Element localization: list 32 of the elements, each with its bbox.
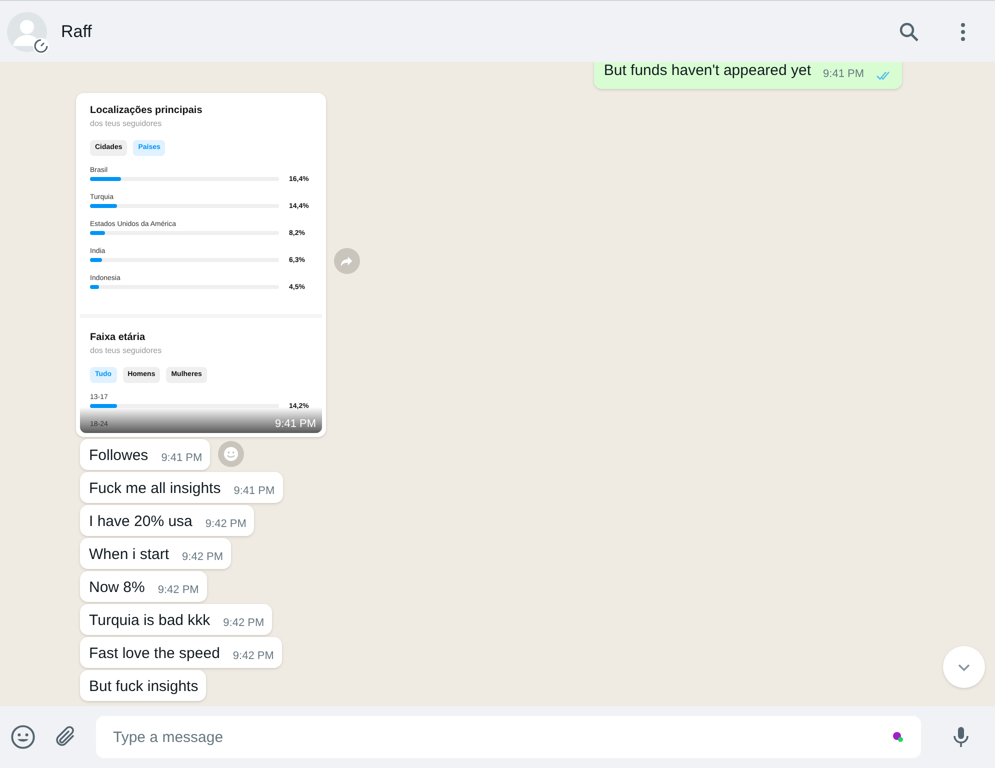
message-time: 9:41 PM bbox=[823, 67, 864, 82]
image-time: 9:41 PM bbox=[275, 418, 316, 430]
section-title: Faixa etária bbox=[90, 330, 146, 344]
emoji-button[interactable] bbox=[10, 724, 36, 750]
menu-icon bbox=[960, 22, 966, 42]
message-text: Turquia is bad kkk bbox=[89, 610, 210, 630]
message-time: 9:41 PM bbox=[161, 451, 202, 466]
message-text: But funds haven't appeared yet bbox=[604, 62, 812, 81]
message-text: Fuck me all insights bbox=[89, 478, 221, 498]
message-time: 9:42 PM bbox=[223, 616, 264, 631]
message-text: But fuck insights bbox=[89, 676, 198, 696]
message-time: 9:42 PM bbox=[158, 583, 199, 598]
message-time: 9:42 PM bbox=[182, 550, 223, 565]
message-text: Now 8% bbox=[89, 578, 145, 598]
smiley-icon bbox=[223, 446, 240, 462]
message-time: 9:42 PM bbox=[205, 517, 246, 532]
message-time: 9:41 PM bbox=[234, 484, 275, 499]
contact-name: Raff bbox=[61, 20, 93, 43]
message-text: When i start bbox=[89, 544, 170, 564]
ai-dot-icon bbox=[892, 731, 904, 743]
message-text: Fast love the speed bbox=[89, 644, 220, 664]
section-subtitle: dos teus seguidores bbox=[90, 344, 163, 356]
message-text: I have 20% usa bbox=[89, 512, 192, 532]
avatar-placeholder[interactable] bbox=[7, 12, 47, 52]
smiley-icon bbox=[10, 724, 36, 750]
message-time: 9:42 PM bbox=[232, 649, 274, 664]
section-title: Localizações principais bbox=[90, 104, 204, 118]
timer-icon bbox=[33, 38, 49, 54]
message-text: Followes bbox=[89, 446, 148, 466]
paperclip-icon bbox=[53, 725, 77, 749]
message-input[interactable]: Type a message bbox=[96, 716, 921, 758]
section-subtitle: dos teus seguidores bbox=[90, 118, 163, 130]
